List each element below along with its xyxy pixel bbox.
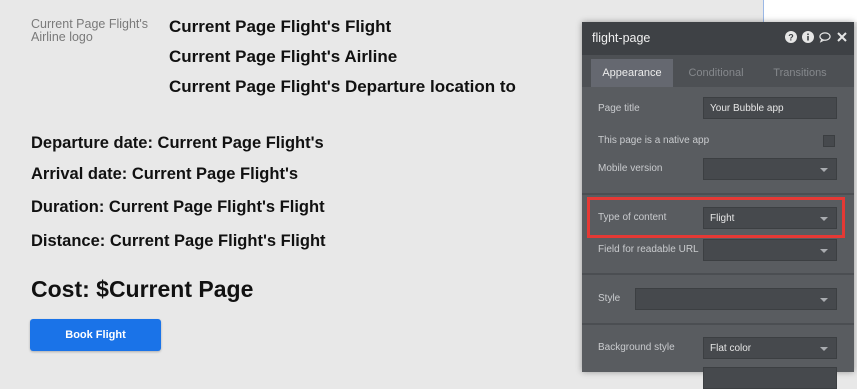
airline-logo: Current Page Flight's Airline logo	[31, 17, 149, 44]
page-title-input[interactable]: Your Bubble app	[703, 97, 837, 119]
duration-text: Duration: Current Page Flight's Flight	[31, 198, 325, 216]
section-divider	[582, 273, 854, 275]
info-icon[interactable]	[802, 31, 814, 43]
background-style-value: Flat color	[710, 342, 752, 354]
next-field[interactable]	[703, 367, 837, 389]
page-title-label: Page title	[598, 103, 640, 114]
panel-tabs: Appearance Conditional Transitions	[582, 55, 854, 87]
page-title-value: Your Bubble app	[710, 102, 784, 114]
style-dropdown[interactable]	[635, 288, 837, 310]
distance-text: Distance: Current Page Flight's Flight	[31, 232, 326, 250]
comment-icon[interactable]	[819, 31, 831, 43]
property-editor-panel: flight-page ? Appearance Conditional Tra…	[582, 22, 854, 389]
native-app-label: This page is a native app	[598, 135, 710, 146]
help-icon[interactable]: ?	[785, 31, 797, 43]
style-label: Style	[598, 293, 621, 304]
chevron-down-icon	[820, 298, 828, 302]
panel-title: flight-page	[592, 31, 651, 45]
chevron-down-icon	[820, 168, 828, 172]
tab-transitions[interactable]: Transitions	[758, 59, 842, 87]
readable-url-label: Field for readable URL	[598, 244, 699, 255]
section-divider	[582, 193, 854, 195]
mobile-version-label: Mobile version	[598, 163, 663, 174]
panel-header[interactable]: flight-page ?	[582, 22, 854, 55]
mobile-version-dropdown[interactable]	[703, 158, 837, 180]
departure-date-text: Departure date: Current Page Flight's	[31, 134, 324, 152]
route-text: Current Page Flight's Departure location…	[169, 77, 516, 96]
tab-conditional[interactable]: Conditional	[674, 59, 758, 87]
tab-appearance[interactable]: Appearance	[591, 59, 673, 87]
airline-name-text: Current Page Flight's Airline	[169, 47, 398, 66]
book-flight-button[interactable]: Book Flight	[30, 319, 161, 351]
canvas-edge	[764, 0, 857, 22]
chevron-down-icon	[820, 249, 828, 253]
chevron-down-icon	[820, 347, 828, 351]
background-style-dropdown[interactable]: Flat color	[703, 337, 837, 359]
native-app-checkbox[interactable]	[823, 135, 835, 147]
svg-text:?: ?	[788, 33, 794, 43]
highlight-box	[587, 197, 845, 238]
flight-name-text: Current Page Flight's Flight	[169, 17, 392, 36]
background-style-label: Background style	[598, 342, 675, 353]
page-boundary-line	[763, 0, 764, 22]
section-divider	[582, 323, 854, 325]
arrival-date-text: Arrival date: Current Page Flight's	[31, 165, 299, 183]
cost-text: Cost: $Current Page	[31, 276, 254, 302]
readable-url-dropdown[interactable]	[703, 239, 837, 261]
close-icon[interactable]	[836, 31, 848, 43]
